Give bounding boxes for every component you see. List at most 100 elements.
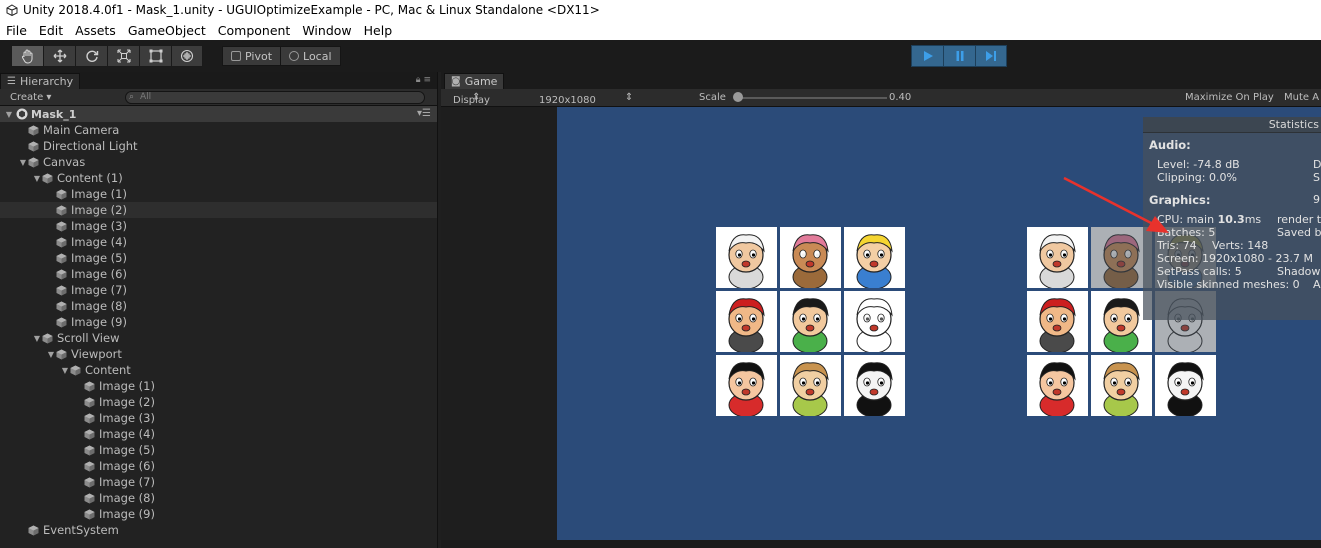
- hierarchy-item[interactable]: Image (7): [0, 282, 437, 298]
- hierarchy-item-label: Content: [85, 363, 131, 377]
- hierarchy-item[interactable]: Image (8): [0, 490, 437, 506]
- rect-tool-button[interactable]: [139, 45, 171, 67]
- transform-tools: [11, 45, 203, 67]
- hierarchy-item[interactable]: Image (9): [0, 314, 437, 330]
- mute-audio-toggle[interactable]: Mute A: [1284, 92, 1319, 103]
- title-bar: Unity 2018.4.0f1 - Mask_1.unity - UGUIOp…: [0, 0, 1321, 20]
- menu-gameobject[interactable]: GameObject: [122, 23, 212, 38]
- hierarchy-item[interactable]: Image (6): [0, 266, 437, 282]
- hierarchy-item[interactable]: Directional Light: [0, 138, 437, 154]
- game-tabbar: ◙ Game: [441, 72, 1321, 89]
- hierarchy-item-label: Image (3): [71, 219, 127, 233]
- hierarchy-item-label: Image (6): [99, 459, 155, 473]
- hierarchy-item[interactable]: Image (4): [0, 234, 437, 250]
- image-sprite-tile: [716, 355, 777, 416]
- create-dropdown[interactable]: Create ▾: [0, 92, 118, 103]
- hierarchy-item[interactable]: Image (5): [0, 442, 437, 458]
- hierarchy-item[interactable]: Image (5): [0, 250, 437, 266]
- move-tool-button[interactable]: [43, 45, 75, 67]
- hierarchy-item[interactable]: Main Camera: [0, 122, 437, 138]
- hierarchy-item[interactable]: Image (4): [0, 426, 437, 442]
- scale-slider-handle[interactable]: [733, 92, 743, 102]
- gameobject-cube-icon: [56, 301, 67, 312]
- menu-file[interactable]: File: [0, 23, 33, 38]
- hierarchy-tabbar: ☰ Hierarchy 🔒︎ ≡: [0, 72, 437, 89]
- transform-all-icon: [180, 49, 194, 63]
- play-button[interactable]: [911, 45, 943, 67]
- game-controller-icon: ◙: [451, 76, 461, 87]
- menu-edit[interactable]: Edit: [33, 23, 69, 38]
- game-view-canvas[interactable]: Statistics Audio: Level: -74.8 dB D Clip…: [557, 107, 1321, 540]
- gameobject-cube-icon: [84, 461, 95, 472]
- expand-arrow-icon[interactable]: ▼: [60, 366, 70, 375]
- lock-icon[interactable]: 🔒︎ ≡: [416, 75, 431, 85]
- hierarchy-item-label: Directional Light: [43, 139, 138, 153]
- game-panel-bottom: [441, 540, 1321, 548]
- image-sprite-tile: [780, 355, 841, 416]
- scale-label: Scale: [699, 92, 726, 103]
- hierarchy-item[interactable]: Image (1): [0, 186, 437, 202]
- search-placeholder: All: [140, 92, 152, 102]
- hierarchy-item[interactable]: Image (3): [0, 410, 437, 426]
- tab-hierarchy[interactable]: ☰ Hierarchy: [0, 73, 81, 89]
- local-toggle[interactable]: Local: [280, 46, 341, 66]
- resolution-dropdown[interactable]: 1920x1080 ⇕: [539, 92, 633, 106]
- hierarchy-item-label: Canvas: [43, 155, 86, 169]
- hierarchy-item-label: Image (2): [71, 203, 127, 217]
- main-toolbar: Pivot Local: [0, 40, 1321, 72]
- image-sprite-tile: [1091, 355, 1152, 416]
- hand-tool-button[interactable]: [11, 45, 43, 67]
- hierarchy-item[interactable]: EventSystem: [0, 522, 437, 538]
- pivot-icon: [231, 51, 241, 61]
- menu-assets[interactable]: Assets: [69, 23, 122, 38]
- pivot-toggle[interactable]: Pivot: [222, 46, 281, 66]
- hierarchy-item[interactable]: ▼ Scroll View: [0, 330, 437, 346]
- hierarchy-item[interactable]: Image (2): [0, 394, 437, 410]
- scale-slider-track[interactable]: [737, 97, 887, 99]
- hierarchy-search-input[interactable]: ⌕ All: [125, 91, 425, 104]
- hierarchy-tree: Main Camera Directional Light ▼ Canvas ▼ Cont…: [0, 122, 437, 538]
- menu-component[interactable]: Component: [212, 23, 297, 38]
- image-sprite-tile: [716, 291, 777, 352]
- hierarchy-item[interactable]: Image (2): [0, 202, 437, 218]
- gameobject-cube-icon: [56, 189, 67, 200]
- hierarchy-item[interactable]: Image (9): [0, 506, 437, 522]
- scale-value: 0.40: [889, 92, 912, 103]
- image-sprite-tile: [780, 227, 841, 288]
- gameobject-cube-icon: [56, 349, 67, 360]
- hierarchy-item[interactable]: ▼ Viewport: [0, 346, 437, 362]
- hierarchy-item[interactable]: Image (6): [0, 458, 437, 474]
- hierarchy-item[interactable]: ▼ Content (1): [0, 170, 437, 186]
- scene-menu-icon[interactable]: ▾☰: [417, 108, 431, 119]
- hierarchy-item[interactable]: ▼ Content: [0, 362, 437, 378]
- gameobject-cube-icon: [42, 333, 53, 344]
- expand-arrow-icon[interactable]: ▼: [4, 110, 14, 119]
- game-view-letterbox: [441, 107, 557, 548]
- transform-all-tool-button[interactable]: [171, 45, 203, 67]
- tab-game[interactable]: ◙ Game: [444, 73, 505, 89]
- expand-arrow-icon[interactable]: ▼: [32, 174, 42, 183]
- menu-help[interactable]: Help: [358, 23, 399, 38]
- maximize-on-play-toggle[interactable]: Maximize On Play: [1185, 92, 1274, 103]
- scale-tool-button[interactable]: [107, 45, 139, 67]
- hierarchy-item[interactable]: Image (3): [0, 218, 437, 234]
- display-dropdown[interactable]: Display 1 ⇕: [453, 92, 490, 117]
- hierarchy-item-label: Image (9): [99, 507, 155, 521]
- pause-button[interactable]: [943, 45, 975, 67]
- hierarchy-item[interactable]: ▼ Canvas: [0, 154, 437, 170]
- hierarchy-item[interactable]: Image (1): [0, 378, 437, 394]
- graphics-heading: Graphics:: [1149, 193, 1211, 207]
- hierarchy-item[interactable]: Image (8): [0, 298, 437, 314]
- rotate-tool-button[interactable]: [75, 45, 107, 67]
- expand-arrow-icon[interactable]: ▼: [18, 158, 28, 167]
- hierarchy-item[interactable]: Image (7): [0, 474, 437, 490]
- hierarchy-item-label: Content (1): [57, 171, 123, 185]
- expand-arrow-icon[interactable]: ▼: [46, 350, 56, 359]
- scene-header[interactable]: ▼ Mask_1 ▾☰: [0, 106, 437, 122]
- screen-stat: Screen: 1920x1080 - 23.7 M: [1157, 252, 1313, 265]
- expand-arrow-icon[interactable]: ▼: [32, 334, 42, 343]
- menu-window[interactable]: Window: [296, 23, 357, 38]
- gameobject-cube-icon: [56, 205, 67, 216]
- step-button[interactable]: [975, 45, 1007, 67]
- statistics-title: Statistics: [1268, 118, 1319, 131]
